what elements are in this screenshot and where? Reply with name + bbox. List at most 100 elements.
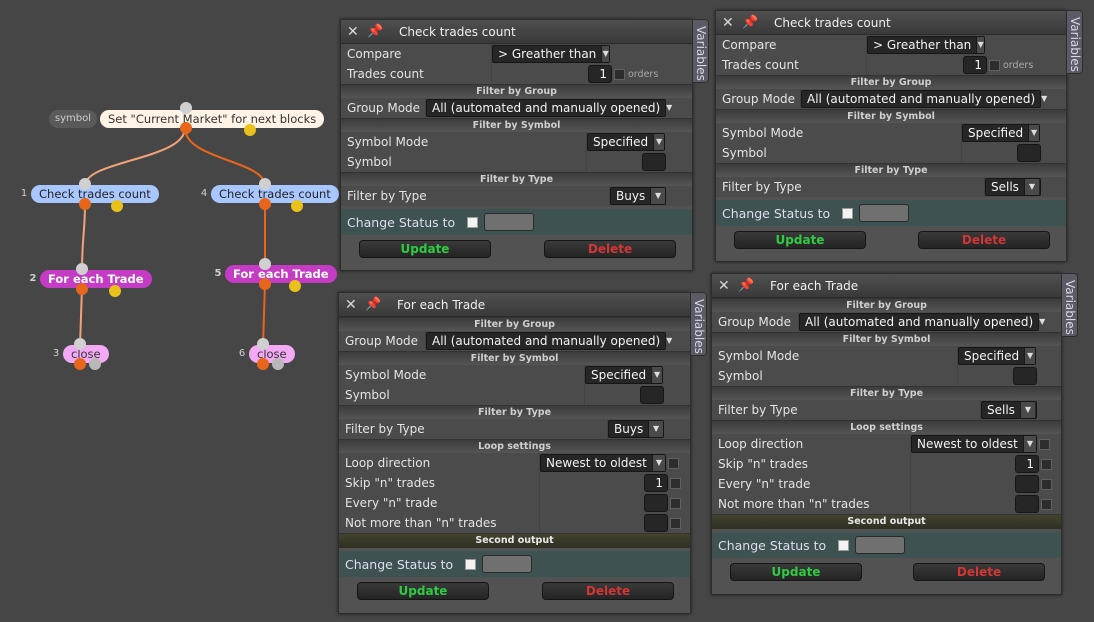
orders-checkbox[interactable] <box>989 59 1000 71</box>
not-more-checkbox[interactable] <box>670 517 681 529</box>
skip-input[interactable]: 1 <box>644 474 668 492</box>
filter-type-label: Filter by Type <box>341 186 609 206</box>
skip-checkbox[interactable] <box>1041 458 1052 470</box>
node-input-port[interactable] <box>76 263 88 275</box>
node-input-port[interactable] <box>259 178 271 190</box>
skip-input[interactable]: 1 <box>1015 455 1039 473</box>
update-button[interactable]: Update <box>730 563 862 581</box>
update-button[interactable]: Update <box>359 240 491 258</box>
compare-dropdown[interactable]: > Greather than ▼ <box>492 45 610 63</box>
node-graph[interactable]: symbol Set "Current Market" for next blo… <box>0 0 340 622</box>
loop-direction-checkbox[interactable] <box>668 457 679 469</box>
filter-type-dropdown[interactable]: Buys ▼ <box>608 420 664 438</box>
change-status-checkbox[interactable] <box>842 207 853 219</box>
node-for-each-trade-2[interactable]: 2 For each Trade <box>30 270 152 288</box>
skip-label: Skip "n" trades <box>339 473 539 493</box>
symbol-mode-dropdown[interactable]: Specified ▼ <box>587 133 665 151</box>
node-output-port-secondary[interactable] <box>244 124 256 136</box>
pin-icon[interactable]: 📌 <box>742 15 760 30</box>
delete-button[interactable]: Delete <box>544 240 676 258</box>
symbol-input[interactable] <box>1017 144 1041 162</box>
every-input[interactable] <box>644 494 668 512</box>
delete-button[interactable]: Delete <box>918 231 1050 249</box>
every-input[interactable] <box>1015 475 1039 493</box>
node-output-port[interactable] <box>76 283 88 295</box>
group-mode-dropdown[interactable]: All (automated and manually opened) ▼ <box>801 90 1048 108</box>
node-input-port[interactable] <box>74 338 86 350</box>
node-output-port[interactable] <box>259 198 271 210</box>
pin-icon[interactable]: 📌 <box>365 297 383 312</box>
node-output-port-secondary[interactable] <box>109 285 121 297</box>
update-button[interactable]: Update <box>734 231 866 249</box>
group-mode-dropdown[interactable]: All (automated and manually opened) ▼ <box>426 332 673 350</box>
node-input-port[interactable] <box>180 102 192 114</box>
not-more-input[interactable] <box>1015 495 1039 513</box>
node-output-port-secondary[interactable] <box>89 358 101 370</box>
symbol-mode-dropdown[interactable]: Specified ▼ <box>585 366 663 384</box>
compare-dropdown[interactable]: > Greather than ▼ <box>867 36 985 54</box>
variables-tab[interactable]: Variables <box>691 292 707 356</box>
variables-tab[interactable]: Variables <box>1062 273 1078 337</box>
close-icon[interactable]: ✕ <box>347 25 361 39</box>
group-mode-dropdown[interactable]: All (automated and manually opened) ▼ <box>426 99 673 117</box>
variables-tab[interactable]: Variables <box>693 19 709 83</box>
node-output-port[interactable] <box>74 358 86 370</box>
trades-count-input[interactable]: 1 <box>963 56 987 74</box>
skip-checkbox[interactable] <box>670 477 681 489</box>
node-check-trades-count-4[interactable]: 4 Check trades count <box>201 185 339 203</box>
node-input-port[interactable] <box>259 258 271 270</box>
symbol-mode-dropdown[interactable]: Specified ▼ <box>962 124 1040 142</box>
delete-button[interactable]: Delete <box>542 582 674 600</box>
node-check-trades-count-1[interactable]: 1 Check trades count <box>21 185 159 203</box>
loop-direction-dropdown[interactable]: Newest to oldest ▼ <box>540 454 666 472</box>
not-more-checkbox[interactable] <box>1041 498 1052 510</box>
chevron-down-icon: ▼ <box>650 188 665 204</box>
pin-icon[interactable]: 📌 <box>738 278 756 293</box>
node-output-port[interactable] <box>259 278 271 290</box>
node-input-port[interactable] <box>79 178 91 190</box>
node-output-port[interactable] <box>180 122 192 134</box>
symbol-input[interactable] <box>1013 367 1037 385</box>
change-status-input[interactable] <box>482 555 532 573</box>
variables-tab[interactable]: Variables <box>1067 10 1083 74</box>
symbol-input[interactable] <box>640 386 664 404</box>
change-status-checkbox[interactable] <box>838 539 849 551</box>
pin-icon[interactable]: 📌 <box>367 24 385 39</box>
close-icon[interactable]: ✕ <box>722 16 736 30</box>
node-input-port[interactable] <box>257 338 269 350</box>
node-output-port-secondary[interactable] <box>289 280 301 292</box>
node-set-current-market[interactable]: symbol Set "Current Market" for next blo… <box>48 110 325 128</box>
node-output-port-secondary[interactable] <box>291 200 303 212</box>
symbol-input[interactable] <box>642 153 666 171</box>
node-for-each-trade-5[interactable]: 5 For each Trade <box>215 265 337 283</box>
loop-direction-checkbox[interactable] <box>1039 438 1050 450</box>
filter-type-dropdown[interactable]: Sells ▼ <box>985 178 1041 196</box>
change-status-checkbox[interactable] <box>465 558 476 570</box>
loop-direction-dropdown[interactable]: Newest to oldest ▼ <box>911 435 1037 453</box>
node-output-port-secondary[interactable] <box>111 200 123 212</box>
node-output-port-secondary[interactable] <box>272 358 284 370</box>
node-output-port[interactable] <box>79 198 91 210</box>
not-more-input[interactable] <box>644 514 668 532</box>
panel-title: For each Trade <box>770 278 859 293</box>
update-button[interactable]: Update <box>357 582 489 600</box>
node-close-3[interactable]: 3 close <box>53 345 109 363</box>
change-status-input[interactable] <box>855 536 905 554</box>
symbol-mode-dropdown[interactable]: Specified ▼ <box>958 347 1036 365</box>
change-status-checkbox[interactable] <box>467 216 478 228</box>
orders-checkbox[interactable] <box>614 68 625 80</box>
symbol-mode-row: Symbol Mode Specified ▼ <box>339 365 690 385</box>
change-status-input[interactable] <box>484 213 534 231</box>
every-checkbox[interactable] <box>1041 478 1052 490</box>
close-icon[interactable]: ✕ <box>345 298 359 312</box>
every-checkbox[interactable] <box>670 497 681 509</box>
node-output-port[interactable] <box>257 358 269 370</box>
trades-count-input[interactable]: 1 <box>588 65 612 83</box>
group-mode-dropdown[interactable]: All (automated and manually opened) ▼ <box>799 313 1046 331</box>
section-filter-by-type: Filter by Type <box>341 172 692 186</box>
close-icon[interactable]: ✕ <box>718 279 732 293</box>
change-status-input[interactable] <box>859 204 909 222</box>
filter-type-dropdown[interactable]: Sells ▼ <box>981 401 1037 419</box>
delete-button[interactable]: Delete <box>913 563 1045 581</box>
filter-type-dropdown[interactable]: Buys ▼ <box>610 187 666 205</box>
